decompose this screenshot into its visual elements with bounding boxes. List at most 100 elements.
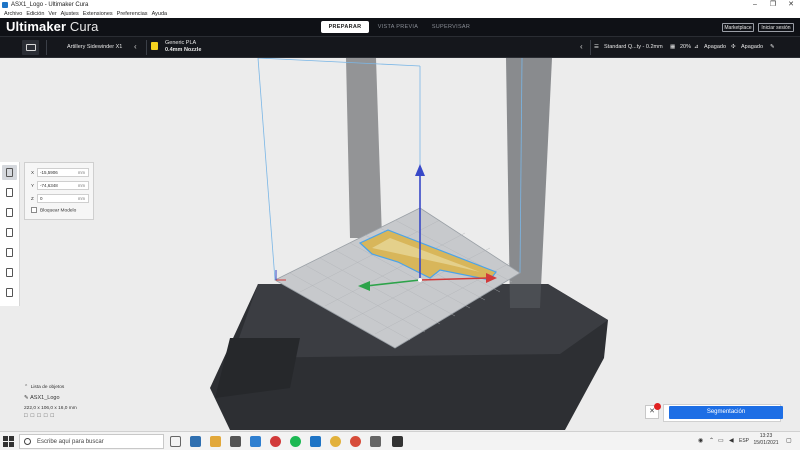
window-title: ASX1_Logo - Ultimaker Cura: [11, 2, 89, 8]
tray-chevron-up-icon[interactable]: ⌃: [709, 437, 714, 446]
print-setup-toolbar: Artillery Sidewinder X1 ‹ Generic PLA 0.…: [0, 36, 800, 58]
menu-preferencias[interactable]: Preferencias: [115, 10, 150, 18]
profile-icon: ☰: [594, 44, 599, 50]
move-tool-button[interactable]: [2, 165, 17, 180]
y-coordinate-row: Y -74,6348 mm: [31, 181, 91, 190]
maximize-button[interactable]: ❐: [764, 0, 782, 10]
z-axis-arrow-icon[interactable]: [415, 164, 425, 176]
notifications-icon[interactable]: ▢: [786, 437, 792, 446]
volume-icon[interactable]: ◀: [729, 437, 734, 446]
app-header: Ultimaker Cura PREPARAR VISTA PREVIA SUP…: [0, 18, 800, 36]
support-blocker-button[interactable]: [2, 265, 17, 280]
adhesion-value[interactable]: Apagado: [741, 44, 763, 51]
support-icon: ⊿: [694, 44, 699, 50]
task-view-icon[interactable]: [170, 436, 181, 447]
rotate-tool-button[interactable]: [2, 205, 17, 220]
gizmo-center: [418, 278, 422, 282]
support-value[interactable]: Apagado: [704, 44, 726, 51]
rotate-icon: [6, 208, 13, 217]
view-orientation-icons[interactable]: □□□□□: [24, 413, 57, 420]
infill-value[interactable]: 20%: [680, 44, 691, 51]
menu-bar: Archivo Edición Ver Ajustes Extensiones …: [0, 10, 800, 18]
y-coordinate-field[interactable]: -74,6348 mm: [37, 181, 89, 190]
chevron-left-icon[interactable]: ‹: [580, 42, 583, 52]
network-icon[interactable]: ▭: [718, 437, 724, 446]
unit-label: mm: [78, 170, 85, 175]
search-icon: [24, 438, 31, 445]
mirror-tool-button[interactable]: [2, 225, 17, 240]
z-value: 0: [40, 196, 43, 201]
unit-label: mm: [78, 183, 85, 188]
tray-app-icon[interactable]: ◉: [698, 437, 703, 446]
print-profile[interactable]: Standard Q...ty - 0.2mm: [604, 44, 663, 51]
chevron-left-icon[interactable]: ‹: [134, 42, 137, 52]
spotify-icon[interactable]: [290, 436, 301, 447]
slice-button[interactable]: Segmentación: [669, 406, 783, 419]
pencil-icon: ✎: [24, 395, 29, 401]
browser-icon[interactable]: [350, 436, 361, 447]
x-coordinate-field[interactable]: -15,5906 mm: [37, 168, 89, 177]
menu-archivo[interactable]: Archivo: [2, 10, 24, 18]
menu-ajustes[interactable]: Ajustes: [59, 10, 81, 18]
object-list: ⌃ Lista de objetos ✎ ASX1_Logo 222,0 x 1…: [24, 382, 174, 419]
lay-flat-button[interactable]: [2, 285, 17, 300]
divider: [146, 40, 147, 55]
windows-start-icon[interactable]: [3, 436, 14, 447]
tab-vista-previa[interactable]: VISTA PREVIA: [374, 21, 422, 33]
lock-model-checkbox[interactable]: Bloquear Modelo: [31, 207, 91, 215]
object-list-header[interactable]: ⌃ Lista de objetos: [24, 384, 64, 391]
app-icon[interactable]: [370, 436, 381, 447]
z-label: Z: [31, 196, 34, 201]
tab-preparar[interactable]: PREPARAR: [321, 21, 369, 33]
unit-label: mm: [78, 196, 85, 201]
per-model-settings-button[interactable]: [2, 245, 17, 260]
language-indicator[interactable]: ESP: [739, 437, 749, 446]
menu-ver[interactable]: Ver: [46, 10, 58, 18]
menu-extensiones[interactable]: Extensiones: [81, 10, 115, 18]
nozzle-size[interactable]: 0.4mm Nozzle: [165, 47, 201, 54]
printer-selector[interactable]: Artillery Sidewinder X1: [67, 44, 122, 51]
support-blocker-icon: [6, 268, 13, 277]
cura-taskbar-icon[interactable]: [310, 436, 321, 447]
left-upright: [346, 58, 382, 238]
material-name[interactable]: Generic PLA: [165, 40, 196, 47]
menu-edicion[interactable]: Edición: [24, 10, 46, 18]
clock-date: 15/01/2021: [753, 440, 779, 446]
close-window-button[interactable]: ✕: [782, 0, 800, 10]
taskbar-clock[interactable]: 13:23 15/01/2021: [750, 433, 782, 447]
minimize-button[interactable]: –: [746, 0, 764, 10]
tool-rail: [0, 162, 20, 306]
menu-ayuda[interactable]: Ayuda: [150, 10, 170, 18]
x-value: -15,5906: [40, 170, 58, 175]
file-explorer-icon[interactable]: [210, 436, 221, 447]
tab-supervisar[interactable]: SUPERVISAR: [427, 21, 475, 33]
notification-badge: [654, 403, 661, 410]
open-file-button[interactable]: [22, 40, 39, 55]
x-coordinate-row: X -15,5906 mm: [31, 168, 91, 177]
store-icon[interactable]: [230, 436, 241, 447]
object-list-title: Lista de objetos: [30, 385, 65, 390]
wrench-icon: ✕: [649, 408, 655, 415]
app-icon[interactable]: [392, 436, 403, 447]
taskbar-search-box[interactable]: Escribe aquí para buscar: [19, 434, 164, 449]
object-row[interactable]: ✎ ASX1_Logo: [24, 395, 60, 402]
marketplace-button[interactable]: Marketplace: [722, 23, 754, 32]
object-name: ASX1_Logo: [30, 395, 60, 401]
divider: [590, 40, 591, 55]
lay-flat-icon: [6, 288, 13, 297]
clock-time: 13:23: [759, 433, 773, 439]
brand-bold: Ultimaker: [6, 19, 67, 34]
3d-viewport[interactable]: [0, 58, 800, 431]
edge-icon[interactable]: [190, 436, 201, 447]
chevron-up-icon: ⌃: [24, 385, 29, 390]
chrome-icon[interactable]: [330, 436, 341, 447]
mail-icon[interactable]: [250, 436, 261, 447]
brand-light: Cura: [69, 19, 99, 34]
object-dimensions: 222,0 x 106,0 x 16,0 mm: [24, 406, 77, 411]
signin-button[interactable]: Iniciar sesión: [758, 23, 794, 32]
media-app-icon[interactable]: [270, 436, 281, 447]
z-coordinate-field[interactable]: 0 mm: [37, 194, 89, 203]
edit-settings-icon[interactable]: ✎: [770, 44, 775, 51]
extension-button[interactable]: ✕: [645, 403, 661, 419]
scale-tool-button[interactable]: [2, 185, 17, 200]
